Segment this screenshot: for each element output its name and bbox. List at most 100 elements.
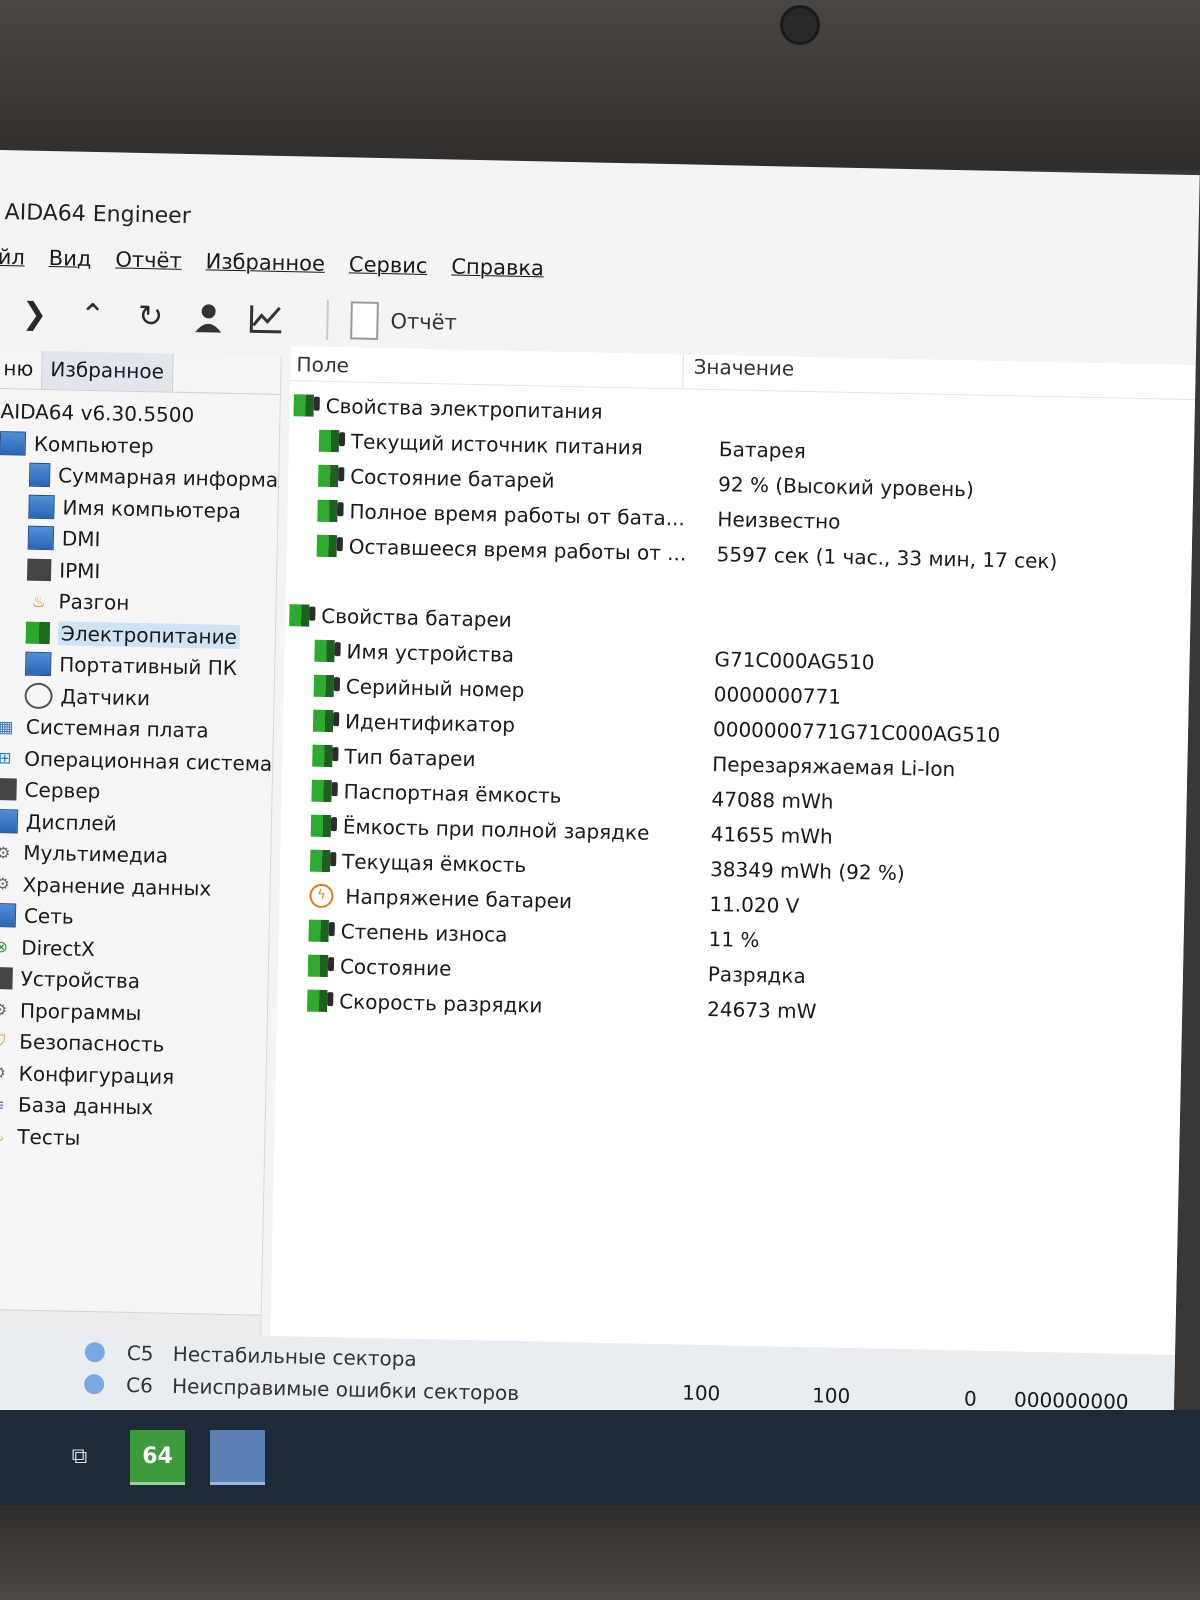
voltage-icon: ϟ <box>309 883 334 908</box>
power-icon <box>307 954 329 977</box>
xbox-icon: ⊗ <box>0 937 9 957</box>
menu-favorites[interactable]: Избранное <box>205 249 325 287</box>
user-icon[interactable] <box>190 299 227 336</box>
laptop-bottom-bezel <box>0 1505 1200 1600</box>
field-cell: Тип батареи <box>282 743 702 776</box>
tree-item-label: Тесты <box>17 1124 81 1150</box>
webcam <box>780 5 820 45</box>
field-cell: Идентификатор <box>283 708 703 741</box>
menu-view[interactable]: Вид <box>48 246 92 283</box>
tests-icon: ♨ <box>0 1126 5 1146</box>
menu-service[interactable]: Сервис <box>348 252 428 290</box>
panel-tabs: ню Избранное <box>0 349 281 395</box>
value-cell: 41655 mWh <box>710 821 833 849</box>
value-cell: 5597 сек (1 час., 33 мин, 17 сек) <box>716 541 1058 573</box>
power-icon <box>310 814 332 837</box>
tree-item-label: Сеть <box>23 903 74 929</box>
tree-item-label: База данных <box>17 1092 154 1120</box>
menu-help[interactable]: Справка <box>451 254 544 292</box>
toolbar-separator <box>326 299 329 340</box>
tree-item-label: DirectX <box>21 935 96 961</box>
tree-item-label: Сервер <box>24 777 101 804</box>
tree-item-label: Устройства <box>20 966 141 994</box>
field-cell: Текущий источник питания <box>289 428 709 461</box>
menu-bar: йл Вид Отчёт Избранное Сервис Справка <box>0 245 544 292</box>
value-cell: 47088 mWh <box>711 786 834 814</box>
tree-item[interactable]: ♨ Тесты <box>0 1120 265 1157</box>
tree-item-label: Дисплей <box>25 809 117 836</box>
tab-menu[interactable]: ню <box>0 350 42 389</box>
power-icon <box>316 534 338 557</box>
tab-favorites[interactable]: Избранное <box>40 350 174 392</box>
display-icon <box>0 808 19 834</box>
menu-file[interactable]: йл <box>0 245 25 282</box>
document-icon <box>350 301 379 340</box>
shield-icon: ⛉ <box>0 1031 6 1051</box>
tree-item-label: Электропитание <box>57 621 241 649</box>
report-button[interactable]: Отчёт <box>350 301 457 341</box>
value-cell: 0000000771 <box>713 681 842 709</box>
navigation-tree: Компьютер Суммарная информа Имя компьютера… <box>0 427 279 1157</box>
column-header-field[interactable]: Поле <box>290 346 684 389</box>
field-label: Тип батареи <box>344 743 476 771</box>
tree-item-label: Безопасность <box>19 1029 165 1057</box>
tree-item-label: Портативный ПК <box>58 652 238 681</box>
up-icon[interactable]: ⌃ <box>74 297 111 334</box>
field-cell: Текущая ёмкость <box>280 848 700 881</box>
power-icon <box>311 779 332 802</box>
screen: AIDA64 Engineer йл Вид Отчёт Избранное С… <box>0 150 1200 1535</box>
power-icon <box>25 621 51 644</box>
smart-label: Неисправимые ошибки секторов <box>171 1373 520 1406</box>
power-icon <box>293 393 314 417</box>
field-label: Текущая ёмкость <box>341 848 527 877</box>
forward-icon[interactable]: ❯ <box>16 295 53 332</box>
refresh-icon[interactable]: ↻ <box>132 298 169 335</box>
power-icon <box>318 429 340 452</box>
field-label: Оставшееся время работы от ... <box>348 533 687 565</box>
list-item: C6 Неисправимые ошибки секторов <box>83 1372 520 1406</box>
value-cell: 100 <box>811 1383 851 1409</box>
field-cell: Степень износа <box>278 918 698 951</box>
properties-table: Свойства электропитания Текущий источник … <box>277 387 1195 1036</box>
status-icon <box>83 1374 105 1395</box>
tree-item-label: Имя компьютера <box>62 495 242 523</box>
tree-item-label: Суммарная информа <box>57 463 279 493</box>
menu-report[interactable]: Отчёт <box>115 247 182 284</box>
version-label[interactable]: AIDA64 v6.30.5500 <box>0 389 280 433</box>
report-label: Отчёт <box>390 309 458 335</box>
task-view-icon[interactable]: ⧉ <box>52 1430 107 1482</box>
field-cell: Оставшееся время работы от ... <box>287 533 707 566</box>
value-cell: Разрядка <box>707 961 806 988</box>
value-cell: 38349 mWh (92 %) <box>709 856 906 885</box>
tree-item-label: Разгон <box>58 589 130 616</box>
tree-item-label: Системная плата <box>25 714 209 743</box>
field-cell: Скорость разрядки <box>277 987 697 1020</box>
field-label: Скорость разрядки <box>339 988 543 1018</box>
aida64-taskbar-button[interactable]: 64 <box>130 1430 185 1485</box>
fire-icon: ♨ <box>31 591 46 611</box>
field-cell: Свойства батареи <box>285 603 679 635</box>
field-label: Ёмкость при полной зарядке <box>342 813 650 845</box>
value-cell: G71C000AG510 <box>714 646 875 674</box>
chart-icon[interactable] <box>248 300 285 337</box>
field-cell: Паспортная ёмкость <box>281 778 701 811</box>
value-cell: 92 % (Высокий уровень) <box>717 471 975 501</box>
value-cell: Батарея <box>718 436 807 463</box>
power-icon <box>312 744 333 767</box>
value-cell: 11 % <box>708 926 760 952</box>
tree-item-label: Программы <box>19 998 142 1025</box>
field-cell: Имя устройства <box>284 638 704 671</box>
monitor-app-taskbar-button[interactable] <box>210 1430 265 1485</box>
tree-item-label: Хранение данных <box>22 872 212 901</box>
field-label: Полное время работы от бата... <box>349 498 686 530</box>
tree-item-label: Операционная система <box>23 746 273 776</box>
field-label: Состояние батарей <box>350 463 555 493</box>
value-cell: 11.020 V <box>709 891 800 918</box>
details-panel: Поле Значение Свойства электропитания Тек… <box>270 346 1196 1365</box>
field-label: Паспортная ёмкость <box>343 778 562 808</box>
field-label: Свойства электропитания <box>325 393 603 424</box>
power-icon <box>312 709 334 732</box>
column-header-value[interactable]: Значение <box>683 354 804 391</box>
board-icon: ▦ <box>0 716 14 737</box>
value-cell: Перезаряжаемая Li-Ion <box>712 751 956 781</box>
